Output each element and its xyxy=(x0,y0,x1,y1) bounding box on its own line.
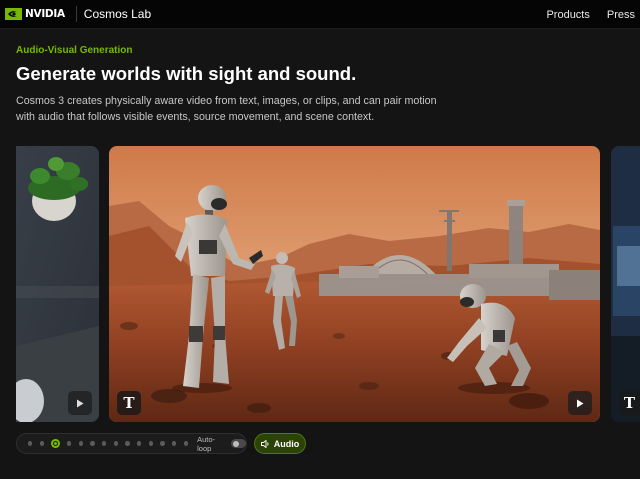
carousel-dot-1[interactable] xyxy=(28,441,33,446)
carousel-dot-4[interactable] xyxy=(67,441,72,446)
carousel-dot-7[interactable] xyxy=(102,441,107,446)
nvidia-eye-icon xyxy=(5,8,22,20)
play-button-active[interactable] xyxy=(568,391,592,415)
top-bar: NVIDIA Cosmos Lab Products Press xyxy=(0,0,640,29)
header-divider xyxy=(75,6,77,22)
carousel-dot-6[interactable] xyxy=(90,441,95,446)
carousel-dot-2[interactable] xyxy=(39,441,45,446)
product-name[interactable]: Cosmos Lab xyxy=(84,7,151,21)
text-prompt-button-next[interactable]: T xyxy=(619,391,640,415)
carousel-dot-9[interactable] xyxy=(125,441,130,446)
carousel-card-next[interactable]: T xyxy=(611,146,640,422)
carousel-card-previous[interactable] xyxy=(16,146,99,422)
carousel-dot-11[interactable] xyxy=(148,441,154,446)
top-nav: Products Press xyxy=(546,0,640,29)
autoloop-label: Auto-loop xyxy=(197,434,216,453)
carousel-dot-13[interactable] xyxy=(172,441,177,446)
page-title: Generate worlds with sight and sound. xyxy=(16,63,357,84)
page-description: Cosmos 3 creates physically aware video … xyxy=(16,95,437,123)
carousel-dot-12[interactable] xyxy=(160,441,165,446)
carousel-dot-8[interactable] xyxy=(113,441,119,446)
next-scene-image xyxy=(611,146,640,422)
carousel-dot-3-active[interactable] xyxy=(51,439,60,448)
brand-name: NVIDIA xyxy=(25,8,65,20)
play-icon xyxy=(577,399,584,407)
autoloop-toggle[interactable] xyxy=(231,439,247,448)
nav-press[interactable]: Press xyxy=(607,9,635,21)
carousel-controls: Auto-loop xyxy=(16,433,247,454)
audio-button-label: Audio xyxy=(273,438,300,449)
nav-products[interactable]: Products xyxy=(546,9,589,21)
nvidia-logo[interactable]: NVIDIA xyxy=(5,0,65,29)
carousel-card-active[interactable]: T xyxy=(109,146,600,422)
carousel-dot-14[interactable] xyxy=(183,441,189,446)
play-icon xyxy=(77,399,84,407)
section-eyebrow: Audio-Visual Generation xyxy=(16,45,133,56)
carousel-dot-5[interactable] xyxy=(78,441,84,446)
text-prompt-button[interactable]: T xyxy=(117,391,141,415)
speaker-icon xyxy=(260,439,269,448)
audio-button[interactable]: Audio xyxy=(254,433,306,454)
plant-scene-image xyxy=(16,146,99,422)
mars-robots-scene-image xyxy=(109,146,600,422)
carousel-dot-10[interactable] xyxy=(137,441,142,446)
play-button-previous[interactable] xyxy=(68,391,92,415)
